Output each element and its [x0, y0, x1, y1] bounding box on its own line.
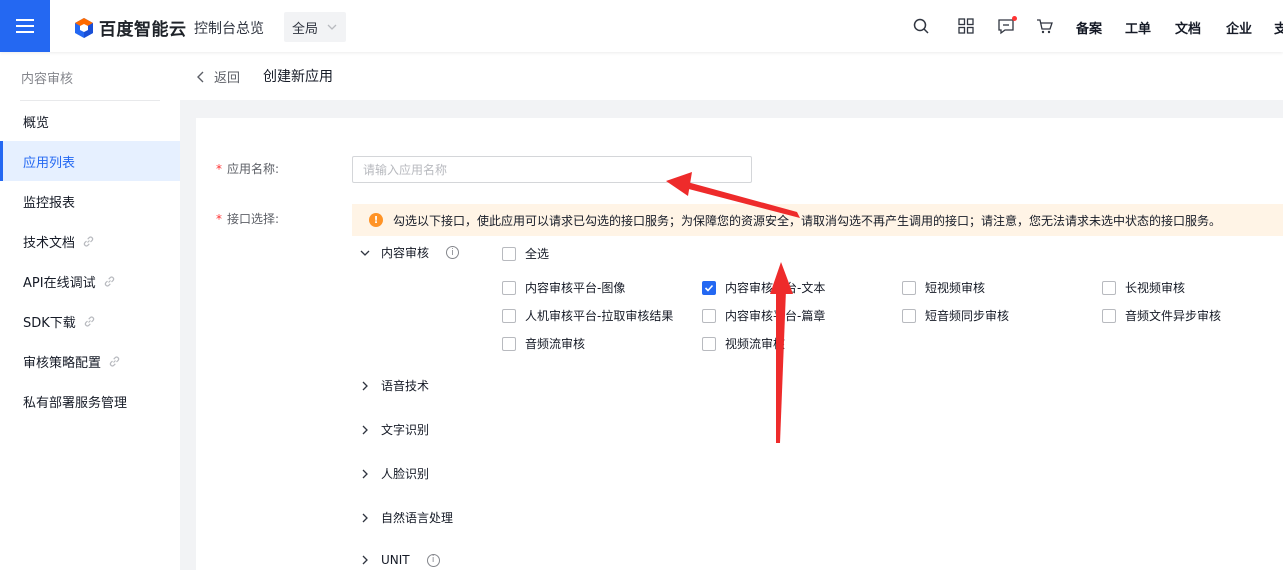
- chevron-right-icon: [362, 555, 368, 565]
- option-audio-stream-review[interactable]: 音频流审核: [502, 335, 585, 352]
- cloud-logo-icon: [75, 17, 93, 38]
- sidebar-item-private-deploy[interactable]: 私有部署服务管理: [0, 381, 180, 421]
- app-name-label: * 应用名称:: [216, 162, 280, 176]
- message-button[interactable]: [997, 16, 1017, 35]
- group-unit[interactable]: UNIT i: [360, 553, 440, 567]
- nav-enterprise[interactable]: 企业: [1226, 18, 1252, 37]
- sidebar-item-api-debug[interactable]: API在线调试: [0, 261, 180, 301]
- external-link-icon: [83, 236, 94, 246]
- chevron-right-icon: [362, 513, 368, 522]
- checkmark-icon: [704, 284, 714, 292]
- checkbox-box: [702, 336, 716, 351]
- info-icon[interactable]: i: [446, 246, 460, 259]
- external-link-icon: [109, 356, 120, 366]
- checkbox-box: [502, 280, 516, 295]
- external-link-icon: [84, 316, 94, 326]
- option-content-review-article[interactable]: 内容审核平台-篇章: [702, 307, 825, 324]
- sidebar: 内容审核 概览 应用列表 监控报表 技术文档 API在线调试 SDK下载 审核策…: [0, 52, 180, 570]
- sidebar-item-label: API在线调试: [23, 275, 96, 291]
- option-long-video-review[interactable]: 长视频审核: [1102, 279, 1185, 296]
- app-name-input[interactable]: [352, 156, 752, 183]
- sidebar-item-label: 技术文档: [23, 235, 76, 251]
- brand-logo[interactable]: 百度智能云: [74, 15, 187, 40]
- create-app-form: *应用名称: *接口选择: ! 勾选以下接口，使此应用可以请求已勾选的接口服务；…: [196, 118, 1283, 570]
- chevron-right-icon: [362, 469, 368, 478]
- chevron-down-icon: [327, 24, 337, 30]
- group-label: 自然语言处理: [381, 511, 454, 525]
- brand-name: 百度智能云: [99, 20, 187, 40]
- option-content-review-text[interactable]: 内容审核平台-文本: [702, 279, 825, 296]
- group-face[interactable]: 人脸识别: [360, 465, 429, 482]
- group-label: 文字识别: [381, 423, 430, 437]
- interface-select-label: * 接口选择:: [216, 212, 280, 226]
- sidebar-item-label: 私有部署服务管理: [23, 395, 128, 411]
- nav-tickets[interactable]: 工单: [1125, 18, 1151, 37]
- checkbox-box: [902, 280, 916, 295]
- chevron-down-icon: [360, 250, 370, 256]
- option-human-review-pull[interactable]: 人机审核平台-拉取审核结果: [502, 307, 673, 324]
- menu-button[interactable]: [0, 0, 50, 52]
- apps-grid-icon[interactable]: [957, 17, 975, 35]
- sidebar-item-monitoring[interactable]: 监控报表: [0, 181, 180, 221]
- chevron-left-icon: [197, 71, 204, 82]
- option-audio-file-async[interactable]: 音频文件异步审核: [1102, 307, 1221, 324]
- top-navigation-bar: 百度智能云 控制台总览 全局 备案 工单 文档 企业 支: [0, 0, 1283, 52]
- checkbox-box: [902, 308, 916, 323]
- chevron-right-icon: [362, 425, 368, 434]
- nav-filing[interactable]: 备案: [1076, 18, 1102, 37]
- group-speech[interactable]: 语音技术: [360, 377, 429, 394]
- option-short-audio-sync[interactable]: 短音频同步审核: [902, 307, 1009, 324]
- notice-text: 勾选以下接口，使此应用可以请求已勾选的接口服务；为保障您的资源安全，请取消勾选不…: [393, 213, 1222, 228]
- option-video-stream-review[interactable]: 视频流审核: [702, 335, 785, 352]
- chevron-right-icon: [362, 381, 368, 390]
- page-header: 返回 创建新应用: [180, 52, 1283, 100]
- sidebar-item-tech-docs[interactable]: 技术文档: [0, 221, 180, 261]
- group-label: 人脸识别: [381, 467, 430, 481]
- page-title: 创建新应用: [263, 69, 333, 85]
- region-value: 全局: [292, 21, 319, 37]
- group-ocr[interactable]: 文字识别: [360, 421, 429, 438]
- hamburger-icon: [16, 19, 34, 33]
- group-label: UNIT: [381, 553, 410, 567]
- cart-icon[interactable]: [1036, 17, 1054, 35]
- sidebar-item-overview[interactable]: 概览: [0, 101, 180, 141]
- group-content-review[interactable]: 内容审核 i: [360, 244, 460, 261]
- search-icon[interactable]: [912, 17, 930, 35]
- checkbox-box-checked: [702, 280, 716, 295]
- option-short-video-review[interactable]: 短视频审核: [902, 279, 985, 296]
- external-link-icon: [104, 276, 114, 286]
- sidebar-item-label: 应用列表: [23, 155, 76, 171]
- checkbox-box: [502, 246, 516, 261]
- checkbox-box: [1102, 280, 1116, 295]
- nav-docs[interactable]: 文档: [1175, 18, 1201, 37]
- sidebar-item-app-list[interactable]: 应用列表: [0, 141, 180, 181]
- option-content-review-image[interactable]: 内容审核平台-图像: [502, 279, 625, 296]
- sidebar-title: 内容审核: [21, 72, 74, 87]
- required-mark: *: [216, 162, 222, 176]
- sidebar-item-label: 概览: [23, 115, 50, 131]
- required-mark: *: [216, 212, 222, 226]
- sidebar-item-label: SDK下载: [23, 315, 76, 331]
- nav-support[interactable]: 支: [1274, 18, 1283, 37]
- checkbox-box: [1102, 308, 1116, 323]
- checkbox-box: [702, 308, 716, 323]
- back-label: 返回: [214, 71, 241, 86]
- back-button[interactable]: 返回: [196, 67, 240, 86]
- checkbox-box: [502, 336, 516, 351]
- sidebar-item-label: 监控报表: [23, 195, 76, 211]
- warning-icon: !: [369, 213, 383, 227]
- info-icon[interactable]: i: [426, 553, 440, 567]
- group-label: 内容审核: [381, 246, 430, 260]
- sidebar-item-review-policy[interactable]: 审核策略配置: [0, 341, 180, 381]
- sidebar-item-sdk-download[interactable]: SDK下载: [0, 301, 180, 341]
- select-all-checkbox[interactable]: 全选: [502, 245, 549, 262]
- checkbox-box: [502, 308, 516, 323]
- interface-notice: ! 勾选以下接口，使此应用可以请求已勾选的接口服务；为保障您的资源安全，请取消勾…: [352, 204, 1283, 236]
- sidebar-item-label: 审核策略配置: [23, 355, 102, 371]
- group-label: 语音技术: [381, 379, 430, 393]
- region-selector[interactable]: 全局: [284, 12, 346, 42]
- group-nlp[interactable]: 自然语言处理: [360, 509, 453, 526]
- notification-dot: [1012, 16, 1017, 21]
- console-overview-link[interactable]: 控制台总览: [194, 18, 264, 38]
